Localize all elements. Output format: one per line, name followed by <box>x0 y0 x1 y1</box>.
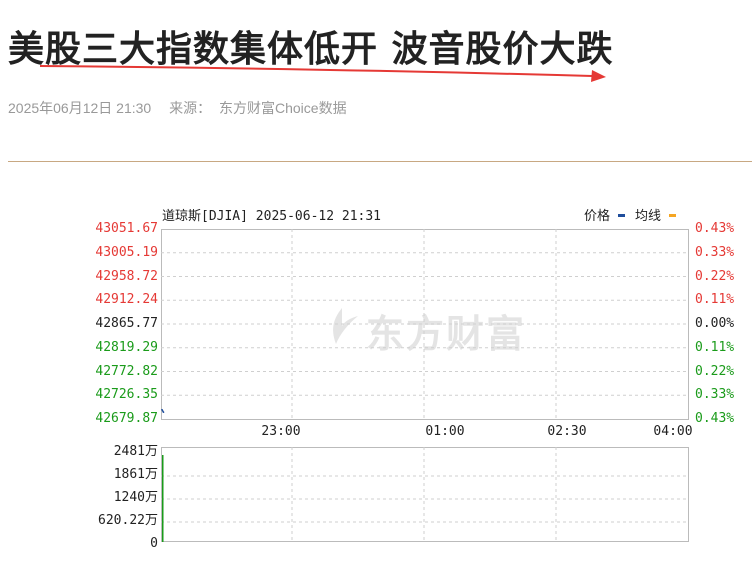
x-time-label: 02:30 <box>547 424 587 439</box>
y-price-label: 42819.29 <box>95 339 158 355</box>
y-pct-label: 0.11% <box>695 339 735 355</box>
chart-header: 道琼斯[DJIA] 2025-06-12 21:31 <box>162 209 382 224</box>
y-pct-label: 0.22% <box>695 268 735 284</box>
article-meta: 2025年06月12日 21:30 来源： 东方财富Choice数据 <box>8 98 361 118</box>
eastmoney-logo-icon <box>333 308 358 344</box>
red-arrow-annotation <box>39 65 606 82</box>
y-price-label: 42912.24 <box>95 292 158 308</box>
y-pct-label: 0.00% <box>695 316 735 331</box>
volume-axis-label: 0 <box>150 536 158 551</box>
legend-price-label: 价格 <box>583 209 610 224</box>
x-time-label: 04:00 <box>653 424 693 439</box>
volume-axis-label: 1861万 <box>113 467 158 482</box>
source-label: 来源： <box>169 100 212 116</box>
y-pct-label: 0.43% <box>695 221 735 236</box>
legend-price-swatch <box>617 213 625 217</box>
x-time-label: 23:00 <box>261 424 301 439</box>
y-price-label: 43051.67 <box>95 221 158 236</box>
y-price-label: 42679.87 <box>95 411 158 426</box>
divider-line <box>8 161 752 162</box>
chart-legend: 价格 均线 <box>584 205 686 224</box>
y-price-label: 42865.77 <box>95 316 158 331</box>
article-datetime: 2025年06月12日 21:30 <box>8 100 152 116</box>
y-price-label: 42726.35 <box>95 387 158 403</box>
volume-axis-label: 620.22万 <box>98 513 158 528</box>
y-price-label: 42958.72 <box>95 268 158 284</box>
volume-axis-label: 1240万 <box>113 490 158 505</box>
x-time-label: 01:00 <box>425 424 465 439</box>
volume-axis-label: 2481万 <box>113 444 158 459</box>
y-pct-label: 0.22% <box>695 363 735 379</box>
source-name: 东方财富Choice数据 <box>219 100 347 116</box>
y-price-label: 43005.19 <box>95 244 158 260</box>
legend-avg-swatch <box>669 213 676 217</box>
y-pct-label: 0.11% <box>695 292 735 308</box>
volume-panel[interactable] <box>161 447 689 542</box>
legend-avg-label: 均线 <box>634 209 661 224</box>
y-pct-label: 0.33% <box>695 244 735 260</box>
watermark-text: 东方财富 <box>366 312 527 356</box>
y-price-label: 42772.82 <box>95 363 158 379</box>
y-pct-label: 0.33% <box>695 387 735 403</box>
y-pct-label: 0.43% <box>695 411 735 426</box>
